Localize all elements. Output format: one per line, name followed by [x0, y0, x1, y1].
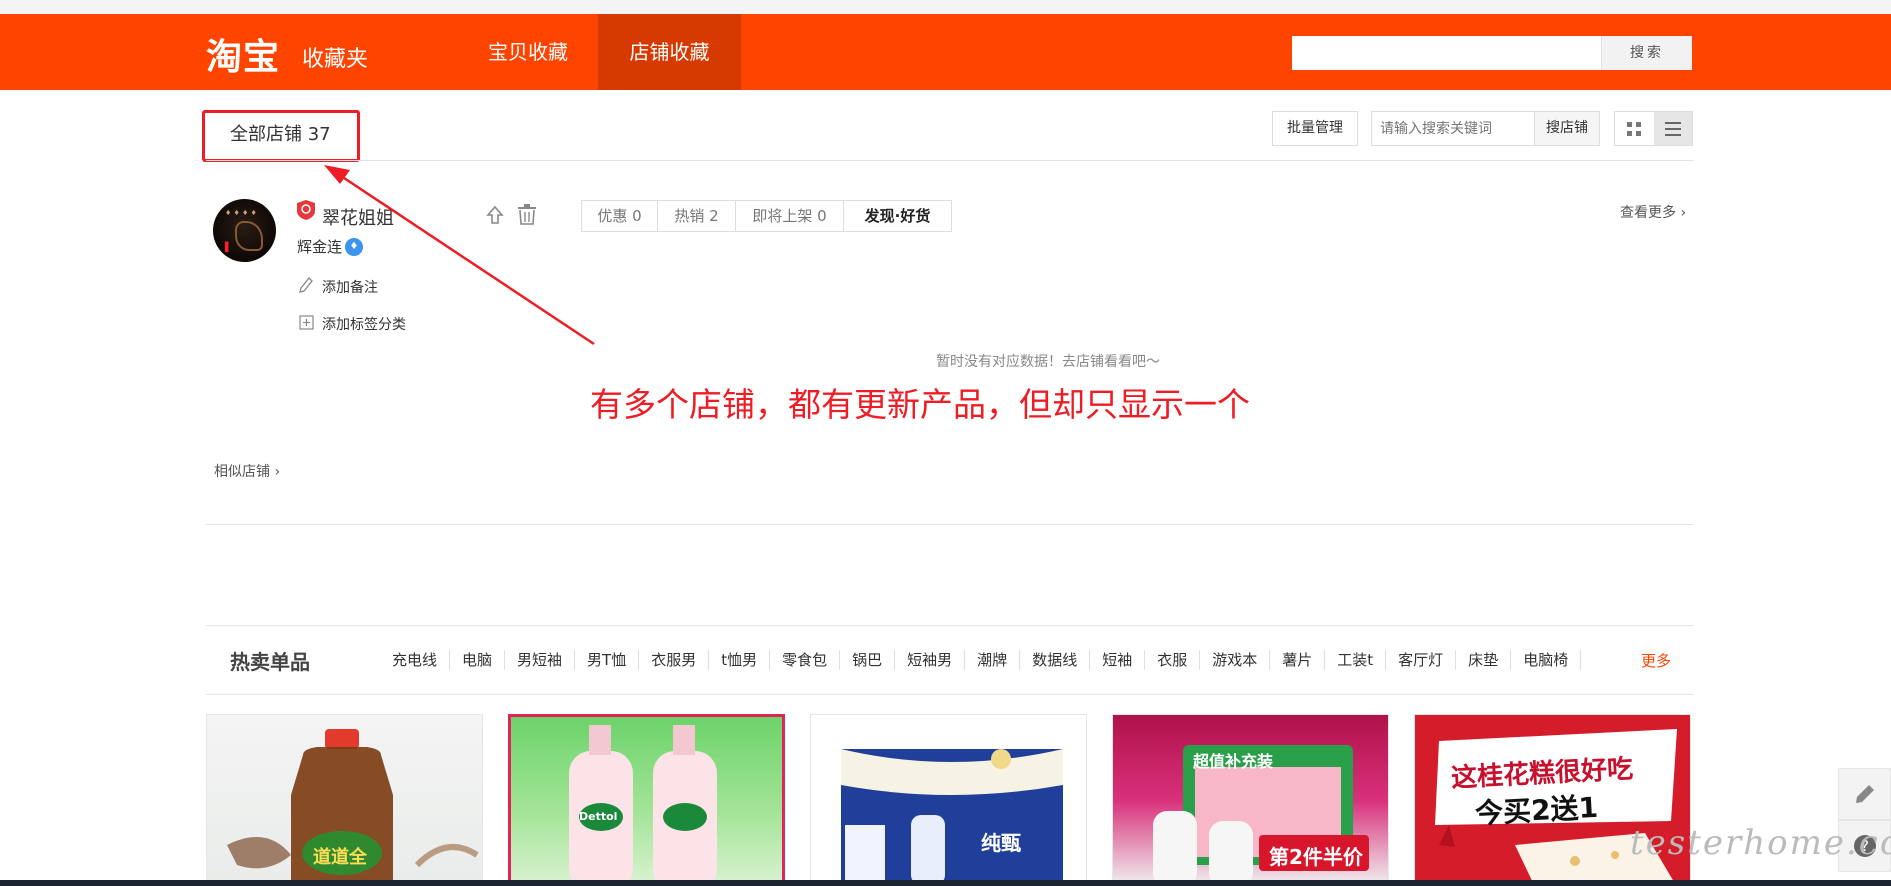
hot-keyword[interactable]: 薯片: [1270, 650, 1326, 670]
product-label: Dettol: [579, 810, 618, 823]
hot-keyword[interactable]: 男T恤: [575, 650, 640, 670]
hot-keyword[interactable]: 充电线: [380, 650, 451, 670]
similar-shops-label: 相似店铺: [214, 464, 270, 480]
hot-keyword[interactable]: 客厅灯: [1386, 650, 1457, 670]
hot-keyword[interactable]: 工装t: [1325, 650, 1387, 670]
product-banner: 超值补充装: [1193, 752, 1274, 771]
hot-keyword[interactable]: 短袖: [1090, 650, 1146, 670]
hot-more-link[interactable]: 更多: [1641, 650, 1671, 671]
feedback-button[interactable]: [1838, 768, 1891, 820]
edit-icon: [1855, 785, 1874, 803]
product-card[interactable]: Dettol: [508, 714, 785, 886]
hot-keyword[interactable]: t恤男: [709, 650, 771, 670]
hot-items-title: 热卖单品: [230, 650, 310, 674]
hot-keyword[interactable]: 衣服: [1145, 650, 1201, 670]
hot-keyword[interactable]: 电脑椅: [1511, 650, 1582, 670]
product-label: 第2件半价: [1269, 845, 1363, 869]
hot-keyword[interactable]: 数据线: [1020, 650, 1091, 670]
similar-shops-link[interactable]: 相似店铺 ›: [214, 461, 280, 481]
product-card[interactable]: 纯甄: [810, 714, 1087, 886]
bottom-bar: [0, 880, 1891, 886]
hot-keyword[interactable]: 零食包: [770, 650, 841, 670]
shop-row-divider: [206, 524, 1693, 525]
hot-keyword[interactable]: 男短袖: [505, 650, 576, 670]
product-image: [569, 725, 717, 883]
hot-keyword[interactable]: 锅巴: [840, 650, 896, 670]
hot-items-bottom-border: [206, 694, 1693, 695]
product-offer: 今买2送1: [1474, 790, 1599, 831]
product-card[interactable]: 道道全: [206, 714, 483, 886]
hot-keyword[interactable]: 短袖男: [895, 650, 966, 670]
hot-keywords: 充电线 电脑 男短袖 男T恤 衣服男 t恤男 零食包 锅巴 短袖男 潮牌 数据线…: [380, 650, 1582, 670]
hot-keyword[interactable]: 潮牌: [965, 650, 1021, 670]
product-image: [841, 749, 1063, 885]
hot-keyword[interactable]: 游戏本: [1200, 650, 1271, 670]
hot-keyword[interactable]: 衣服男: [639, 650, 710, 670]
product-label: 纯甄: [981, 831, 1021, 855]
product-card[interactable]: 超值补充装 第2件半价: [1112, 714, 1389, 886]
annotation-text: 有多个店铺，都有更新产品，但却只显示一个: [590, 385, 1250, 424]
hot-items-top-border: [206, 625, 1693, 626]
hot-keyword[interactable]: 电脑: [450, 650, 506, 670]
product-label: 道道全: [313, 847, 367, 868]
watermark: testerhome.com: [1630, 823, 1891, 863]
hot-keyword[interactable]: 床垫: [1456, 650, 1512, 670]
chevron-right-icon: ›: [274, 464, 281, 480]
